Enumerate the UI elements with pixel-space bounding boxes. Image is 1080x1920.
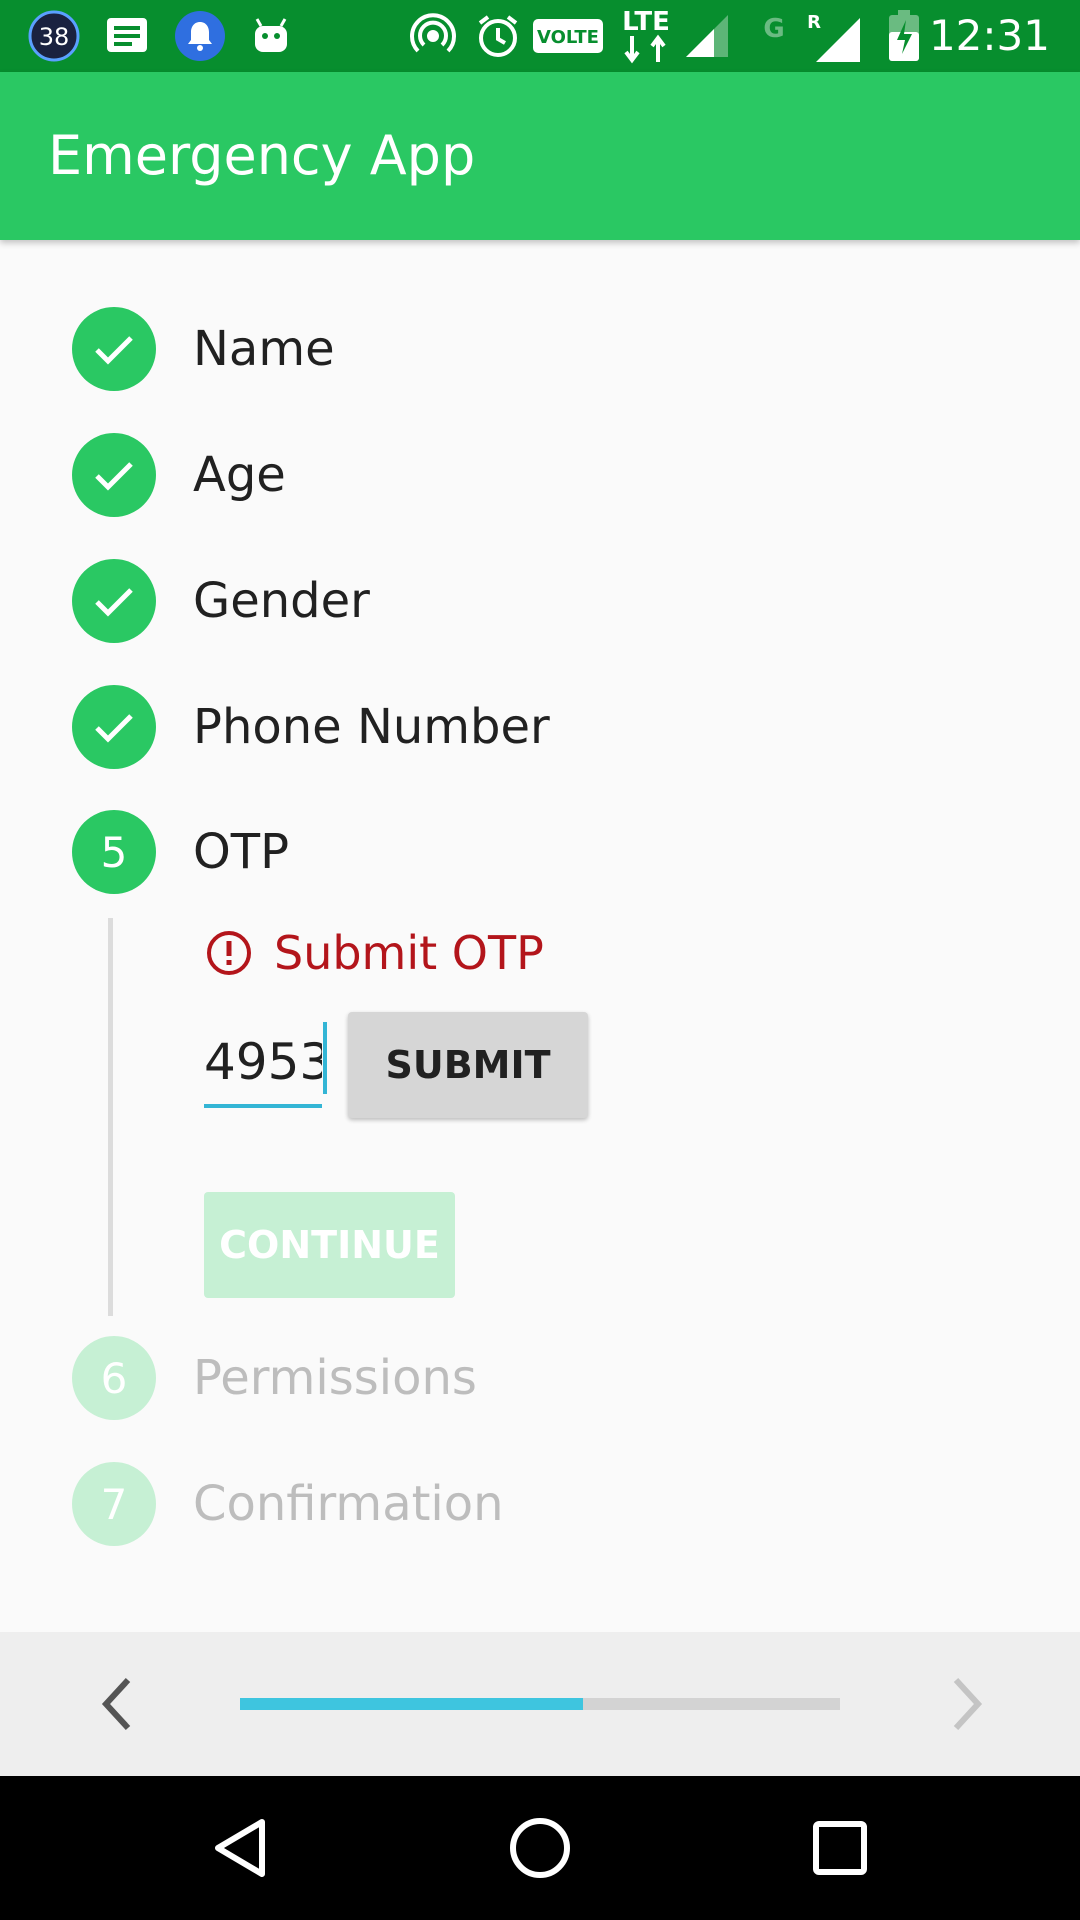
continue-button[interactable]: CONTINUE <box>204 1192 455 1298</box>
step-number: 6 <box>72 1336 156 1420</box>
notification-count-icon: 38 <box>24 0 84 72</box>
clock: 12:31 <box>928 11 1050 60</box>
message-icon <box>102 0 152 72</box>
step-label: Gender <box>193 573 370 629</box>
step-number: 7 <box>72 1462 156 1546</box>
step-label: Name <box>193 321 335 377</box>
error-text: Submit OTP <box>274 926 544 980</box>
recents-square-icon[interactable] <box>798 1806 882 1890</box>
check-icon <box>72 433 156 517</box>
android-icon <box>246 0 296 72</box>
app-bar: Emergency App <box>0 72 1080 240</box>
notification-count: 38 <box>39 23 70 51</box>
step-progress-fill <box>240 1698 583 1710</box>
text-cursor <box>323 1022 327 1094</box>
r-label: R <box>807 12 821 33</box>
back-arrow-icon[interactable] <box>82 1668 154 1740</box>
step-label: Age <box>193 447 286 503</box>
hotspot-icon <box>408 0 458 72</box>
step-gender[interactable]: Gender <box>0 551 1080 651</box>
status-bar: 38 VOLTE LTE G R 12:31 <box>0 0 1080 72</box>
step-label: Permissions <box>193 1350 477 1406</box>
error-icon <box>207 931 251 975</box>
step-confirmation[interactable]: 7 Confirmation <box>0 1454 1080 1554</box>
back-triangle-icon[interactable] <box>198 1806 282 1890</box>
step-connector-line <box>108 918 113 1316</box>
check-icon <box>72 307 156 391</box>
roaming-signal-icon: R <box>804 0 862 72</box>
step-permissions[interactable]: 6 Permissions <box>0 1328 1080 1428</box>
check-icon <box>72 685 156 769</box>
check-icon <box>72 559 156 643</box>
otp-error: Submit OTP <box>204 922 544 984</box>
submit-button[interactable]: SUBMIT <box>348 1012 588 1118</box>
step-label: Phone Number <box>193 699 550 755</box>
step-phone-number[interactable]: Phone Number <box>0 677 1080 777</box>
otp-input[interactable] <box>204 1020 322 1108</box>
step-otp[interactable]: 5 OTP <box>0 802 1080 902</box>
home-circle-icon[interactable] <box>498 1806 582 1890</box>
lte-data-icon: LTE <box>618 0 674 72</box>
step-number: 5 <box>72 810 156 894</box>
volte-icon: VOLTE <box>532 0 604 72</box>
stepper-navigation-bar <box>0 1632 1080 1776</box>
step-label: Confirmation <box>193 1476 504 1532</box>
battery-charging-icon <box>884 0 924 72</box>
volte-label: VOLTE <box>537 27 599 48</box>
step-name[interactable]: Name <box>0 299 1080 399</box>
next-arrow-icon[interactable] <box>930 1668 1002 1740</box>
app-title: Emergency App <box>48 124 476 187</box>
step-progress-bar <box>240 1698 840 1710</box>
lte-label: LTE <box>622 7 670 37</box>
g-network-icon: G <box>756 0 792 72</box>
step-age[interactable]: Age <box>0 425 1080 525</box>
signal-icon <box>682 0 732 72</box>
alert-app-icon <box>172 0 228 72</box>
alarm-icon <box>472 0 524 72</box>
step-label: OTP <box>193 824 290 880</box>
g-label: G <box>763 14 784 44</box>
system-navigation-bar <box>0 1776 1080 1920</box>
